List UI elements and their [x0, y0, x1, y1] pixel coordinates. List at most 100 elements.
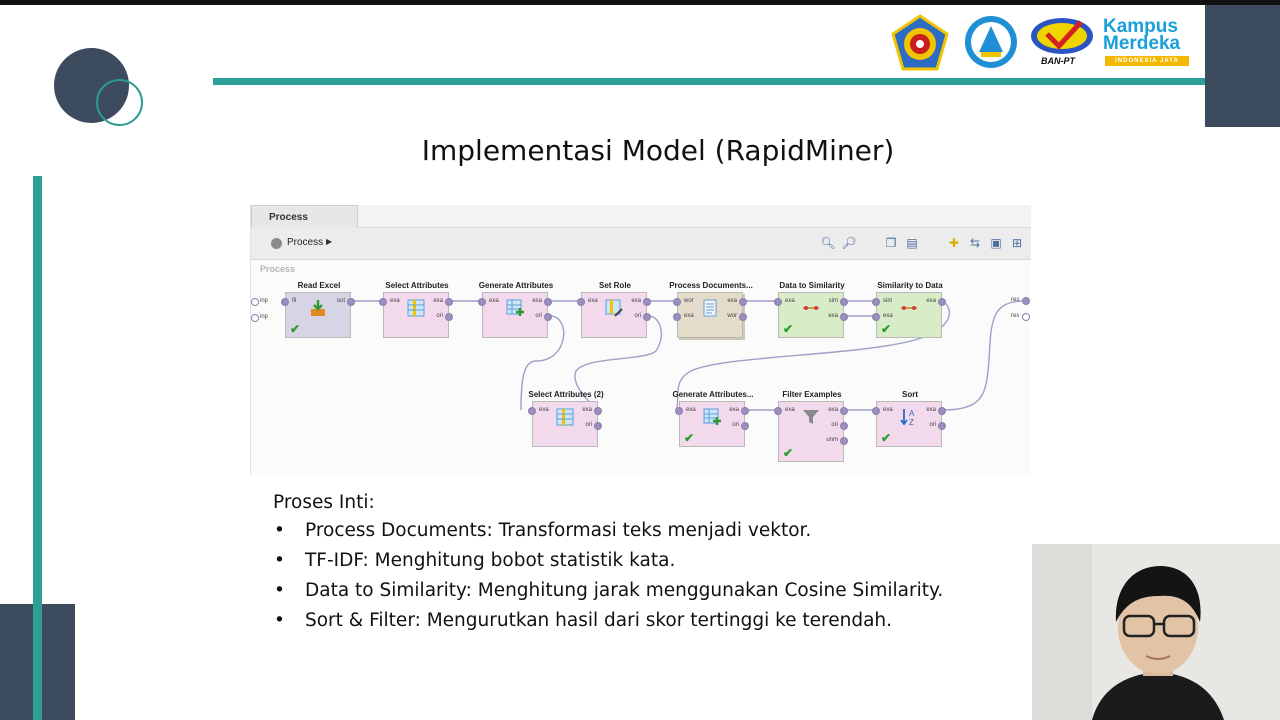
operator-set-role[interactable]: Set Role exa exa ori	[577, 281, 651, 338]
port-label: ori	[535, 313, 542, 319]
output-port[interactable]	[741, 407, 749, 415]
process-output-port-1[interactable]	[1022, 297, 1030, 305]
breadcrumb[interactable]: Process	[287, 237, 323, 248]
output-port[interactable]	[840, 313, 848, 321]
output-port[interactable]	[445, 313, 453, 321]
spacer-icon-2	[925, 235, 941, 251]
output-port[interactable]	[840, 437, 848, 445]
input-port[interactable]	[577, 298, 585, 306]
list-item: • Data to Similarity: Menghitung jarak me…	[273, 579, 943, 609]
input-port[interactable]	[478, 298, 486, 306]
output-port[interactable]	[938, 298, 946, 306]
process-canvas[interactable]: Process inp inp res res Read Excel fil o…	[251, 261, 1030, 475]
process-input-port-1[interactable]	[251, 298, 259, 306]
port-label: exa	[532, 298, 542, 304]
output-port[interactable]	[840, 422, 848, 430]
operator-select-attributes-2[interactable]: Select Attributes (2) exa exa ori	[528, 390, 604, 447]
port-label: exa	[390, 298, 400, 304]
input-port[interactable]	[872, 407, 880, 415]
output-port[interactable]	[347, 298, 355, 306]
slide-body: Proses Inti: • Process Documents: Transfo…	[273, 491, 943, 639]
process-output-port-2[interactable]	[1022, 313, 1030, 321]
output-port[interactable]	[643, 313, 651, 321]
output-port[interactable]	[739, 313, 747, 321]
input-port[interactable]	[872, 298, 880, 306]
port-label: exa	[729, 407, 739, 413]
port-label: unm	[826, 437, 838, 443]
layout-icon[interactable]: ▣	[988, 235, 1004, 251]
similarity-icon	[803, 306, 819, 310]
output-port[interactable]	[938, 422, 946, 430]
operator-similarity-to-data[interactable]: Similarity to Data sim exa exa ✔	[872, 281, 946, 338]
operator-sort[interactable]: Sort exa exa ori AZ ✔	[872, 390, 946, 447]
excel-import-icon	[311, 300, 325, 316]
add-note-icon[interactable]: ✚	[946, 235, 962, 251]
input-port[interactable]	[673, 298, 681, 306]
toolbar-buttons: 🔍︎ 🔎︎ ❐ ▤ ✚ ⇆ ▣ ⊞	[820, 235, 1025, 253]
zoom-out-icon[interactable]: 🔎︎	[841, 235, 857, 251]
port-label: out	[336, 298, 345, 304]
input-port[interactable]	[774, 407, 782, 415]
kampus-merdeka-ribbon: INDONESIA JAYA	[1105, 56, 1189, 66]
table-icon	[556, 408, 574, 426]
output-port[interactable]	[594, 407, 602, 415]
operator-title: Select Attributes (2)	[528, 390, 604, 399]
input-port[interactable]	[528, 407, 536, 415]
process-input-label-2: inp	[260, 314, 269, 320]
operator-title: Similarity to Data	[877, 281, 943, 290]
port-label: exa	[631, 298, 641, 304]
output-port[interactable]	[741, 422, 749, 430]
output-port[interactable]	[544, 313, 552, 321]
output-port[interactable]	[445, 298, 453, 306]
operator-select-attributes[interactable]: Select Attributes exa exa ori	[379, 281, 453, 338]
zoom-in-icon[interactable]: 🔍︎	[820, 235, 836, 251]
port-label: ori	[732, 422, 739, 428]
tab-process[interactable]: Process	[251, 205, 358, 228]
input-port[interactable]	[774, 298, 782, 306]
port-label: exa	[926, 298, 936, 304]
operator-generate-attributes[interactable]: Generate Attributes exa exa ori	[478, 281, 553, 338]
input-port[interactable]	[673, 313, 681, 321]
port-label: ori	[634, 313, 641, 319]
copy-icon[interactable]: ❐	[883, 235, 899, 251]
port-label: ori	[831, 422, 838, 428]
output-port[interactable]	[840, 298, 848, 306]
slide-title: Implementasi Model (RapidMiner)	[421, 134, 895, 167]
input-port[interactable]	[379, 298, 387, 306]
port-label: exa	[582, 407, 592, 413]
fit-view-icon[interactable]: ⊞	[1009, 235, 1025, 251]
similarity-icon	[901, 306, 917, 310]
process-toolbar: Process ▶ 🔍︎ 🔎︎ ❐ ▤ ✚ ⇆ ▣ ⊞	[251, 228, 1031, 260]
operator-read-excel[interactable]: Read Excel fil out ✔	[281, 281, 355, 338]
status-check-icon: ✔	[684, 431, 695, 445]
input-port[interactable]	[281, 298, 289, 306]
output-port[interactable]	[739, 298, 747, 306]
filter-icon	[803, 410, 819, 424]
status-check-icon: ✔	[881, 322, 892, 336]
port-label: wor	[684, 298, 694, 304]
university-logo	[891, 14, 949, 71]
kampus-merdeka-logo: Kampus Merdeka	[1103, 17, 1193, 53]
port-label: ori	[436, 313, 443, 319]
output-port[interactable]	[594, 422, 602, 430]
output-port[interactable]	[938, 407, 946, 415]
output-port[interactable]	[544, 298, 552, 306]
bullet-text: Data to Similarity: Menghitung jarak men…	[305, 580, 944, 601]
decorative-right-block	[1205, 5, 1280, 127]
operator-process-documents[interactable]: Process Documents... wor exa exa wor	[669, 281, 753, 338]
port-label: sim	[883, 298, 893, 304]
input-port[interactable]	[675, 407, 683, 415]
breadcrumb-arrow-icon[interactable]: ▶	[326, 237, 332, 246]
output-port[interactable]	[643, 298, 651, 306]
ban-pt-label: BAN-PT	[1041, 56, 1075, 66]
output-port[interactable]	[840, 407, 848, 415]
operator-filter-examples[interactable]: Filter Examples exa exa ori unm ✔	[774, 390, 848, 462]
operator-generate-attributes-2[interactable]: Generate Attributes... exa exa ori ✔	[672, 390, 754, 447]
process-input-port-2[interactable]	[251, 314, 259, 322]
tut-wuri-handayani-logo	[965, 16, 1017, 68]
auto-wire-icon[interactable]: ⇆	[967, 235, 983, 251]
operator-data-to-similarity[interactable]: Data to Similarity exa sim exa ✔	[774, 281, 848, 338]
input-port[interactable]	[872, 313, 880, 321]
paste-icon[interactable]: ▤	[904, 235, 920, 251]
svg-text:Z: Z	[909, 418, 914, 426]
